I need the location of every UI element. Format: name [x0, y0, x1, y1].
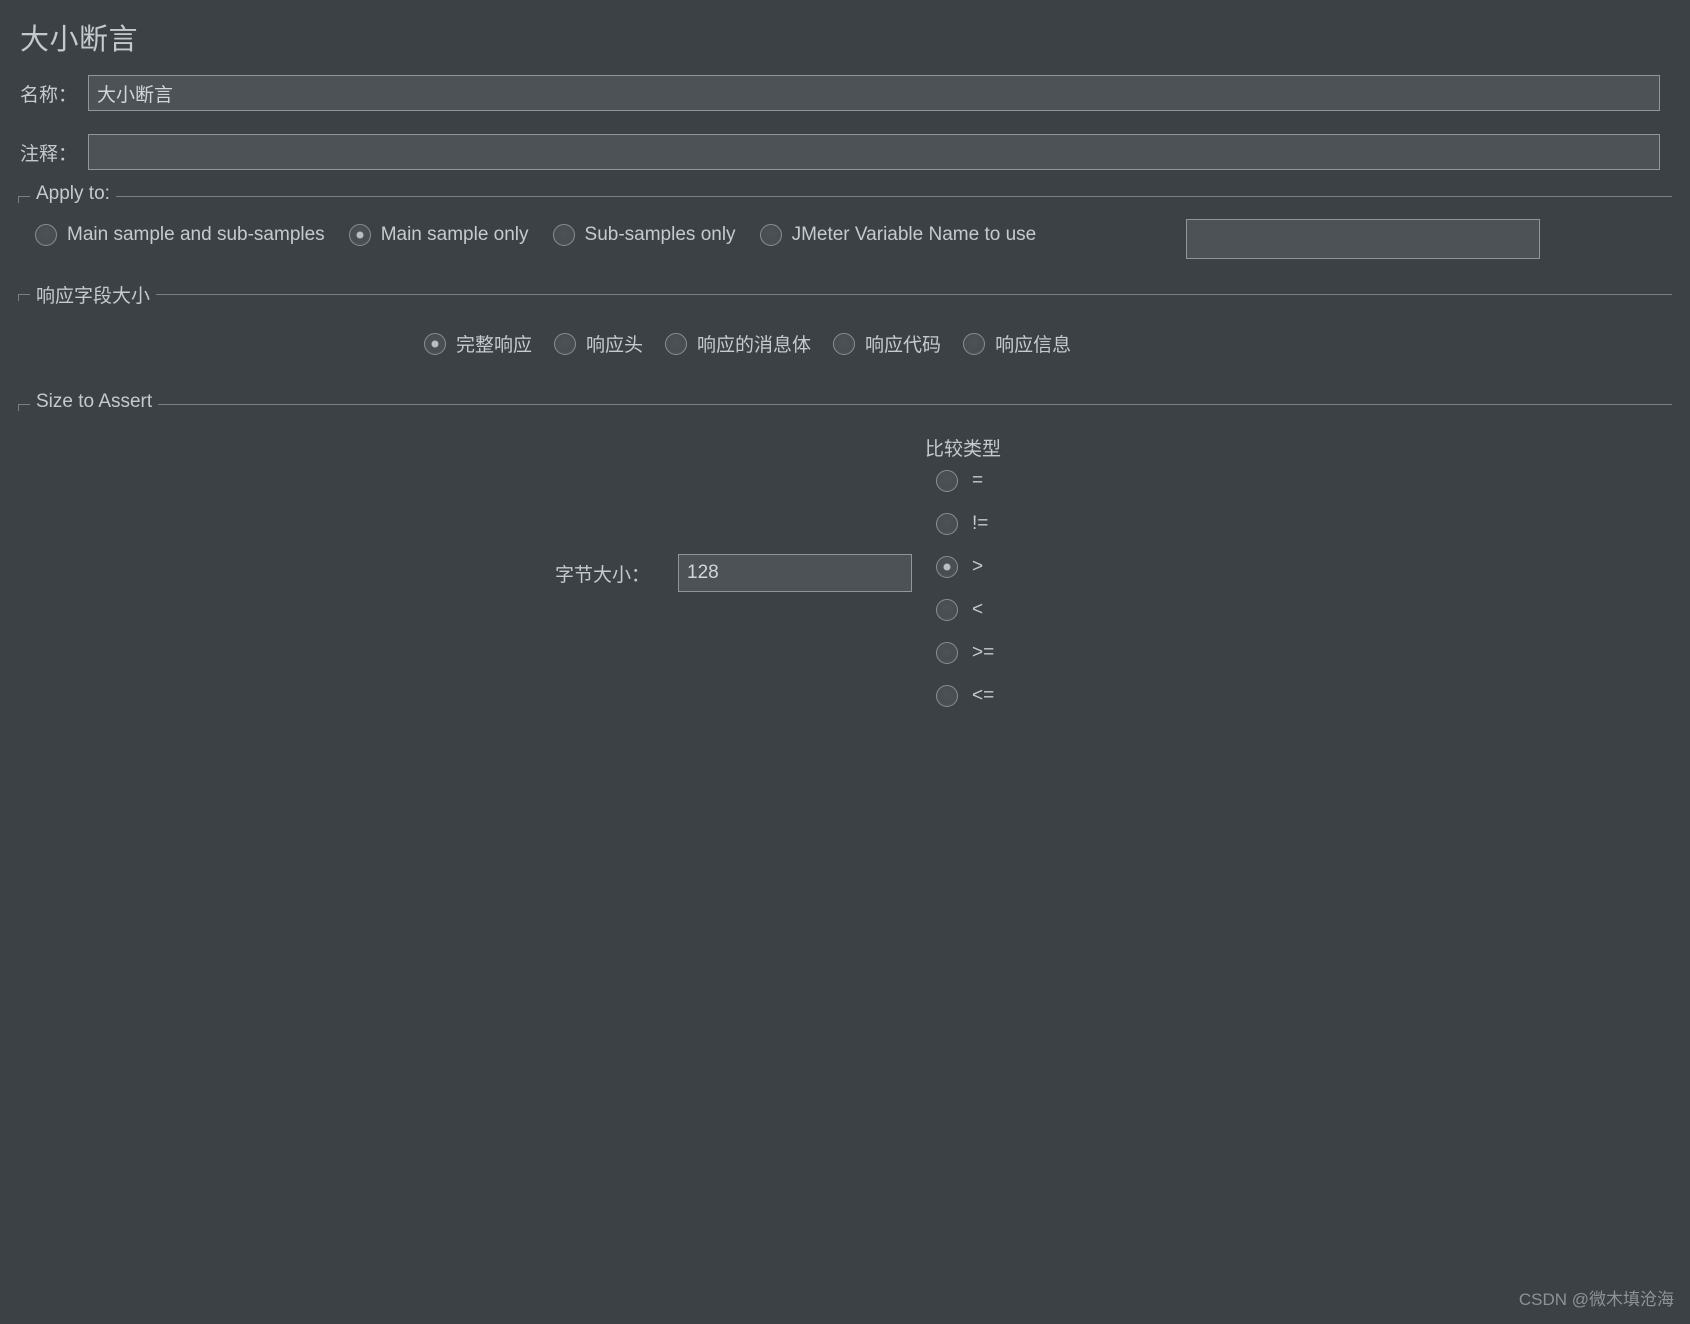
response-field-size-radio-group: 完整响应 响应头 响应的消息体 响应代码 响应信息 — [424, 330, 1071, 357]
watermark: CSDN @微木填沧海 — [1518, 1290, 1674, 1309]
byte-size-input[interactable] — [678, 554, 912, 592]
jmeter-variable-name-input[interactable] — [1186, 219, 1540, 259]
radio-label: Main sample only — [380, 224, 529, 245]
name-label: 名称： — [20, 84, 78, 106]
radio-icon[interactable] — [833, 332, 856, 355]
radio-label: 完整响应 — [456, 335, 533, 356]
radio-response-body[interactable]: 响应的消息体 — [665, 330, 811, 357]
radio-icon[interactable] — [759, 224, 782, 246]
radio-icon[interactable] — [554, 332, 577, 355]
radio-greater-or-equal[interactable]: >= — [936, 631, 994, 674]
radio-label: != — [972, 512, 989, 534]
radio-label: 响应代码 — [865, 335, 942, 356]
radio-icon[interactable] — [936, 641, 958, 664]
response-field-size-panel: 响应字段大小 — [18, 281, 1672, 308]
radio-label: >= — [972, 641, 995, 663]
radio-icon[interactable] — [936, 598, 958, 621]
page-title: 大小断言 — [20, 24, 139, 56]
radio-icon[interactable] — [424, 332, 446, 355]
radio-label: Main sample and sub-samples — [67, 224, 325, 245]
apply-to-legend: Apply to: — [30, 183, 116, 205]
name-input[interactable] — [88, 75, 1660, 111]
radio-label: JMeter Variable Name to use — [791, 224, 1037, 245]
radio-icon[interactable] — [936, 469, 958, 492]
radio-label: > — [972, 555, 984, 577]
comparison-type-title: 比较类型 — [925, 439, 1002, 460]
comment-label: 注释： — [20, 143, 78, 165]
radio-less-than[interactable]: < — [936, 588, 994, 631]
radio-jmeter-variable-name[interactable]: JMeter Variable Name to use — [759, 224, 1037, 246]
radio-label: Sub-samples only — [584, 224, 736, 245]
size-to-assert-panel-border — [18, 404, 1672, 405]
radio-full-response[interactable]: 完整响应 — [424, 330, 532, 357]
radio-not-equals[interactable]: != — [936, 502, 994, 545]
apply-to-panel: Apply to: — [18, 183, 1672, 205]
radio-icon[interactable] — [963, 332, 986, 355]
response-field-size-legend: 响应字段大小 — [30, 281, 157, 308]
radio-label: <= — [972, 684, 995, 706]
comment-row: 注释： — [0, 134, 1690, 170]
size-to-assert-legend: Size to Assert — [30, 391, 159, 413]
radio-main-sample-only[interactable]: Main sample only — [348, 224, 529, 246]
name-row: 名称： — [0, 75, 1690, 111]
apply-to-panel-tick — [18, 196, 19, 203]
radio-icon[interactable] — [936, 512, 958, 535]
radio-equals[interactable]: = — [936, 459, 994, 502]
radio-label: = — [972, 469, 984, 491]
comparison-type-radio-group: = != > < >= <= — [936, 459, 994, 717]
size-to-assert-panel-tick — [18, 404, 19, 411]
radio-icon[interactable] — [35, 224, 57, 246]
radio-greater-than[interactable]: > — [936, 545, 994, 588]
radio-sub-samples-only[interactable]: Sub-samples only — [552, 224, 736, 246]
radio-label: < — [972, 598, 984, 620]
radio-main-sample-and-sub-samples[interactable]: Main sample and sub-samples — [35, 224, 325, 246]
radio-icon[interactable] — [936, 684, 958, 707]
comment-input[interactable] — [88, 134, 1660, 170]
radio-response-headers[interactable]: 响应头 — [554, 330, 643, 357]
radio-icon[interactable] — [552, 224, 575, 246]
response-field-size-panel-tick — [18, 294, 19, 301]
byte-size-label: 字节大小： — [554, 565, 650, 586]
radio-label: 响应的消息体 — [697, 335, 812, 356]
radio-response-code[interactable]: 响应代码 — [833, 330, 941, 357]
radio-icon[interactable] — [665, 332, 688, 355]
apply-to-panel-border — [18, 196, 1672, 197]
apply-to-radio-group: Main sample and sub-samples Main sample … — [35, 224, 1036, 246]
radio-response-message[interactable]: 响应信息 — [963, 330, 1071, 357]
radio-less-or-equal[interactable]: <= — [936, 674, 994, 717]
radio-icon[interactable] — [936, 555, 958, 578]
radio-label: 响应头 — [586, 335, 644, 356]
radio-label: 响应信息 — [995, 335, 1072, 356]
size-to-assert-panel: Size to Assert — [18, 391, 1672, 413]
response-field-size-panel-border — [18, 294, 1672, 295]
radio-icon[interactable] — [348, 224, 371, 246]
